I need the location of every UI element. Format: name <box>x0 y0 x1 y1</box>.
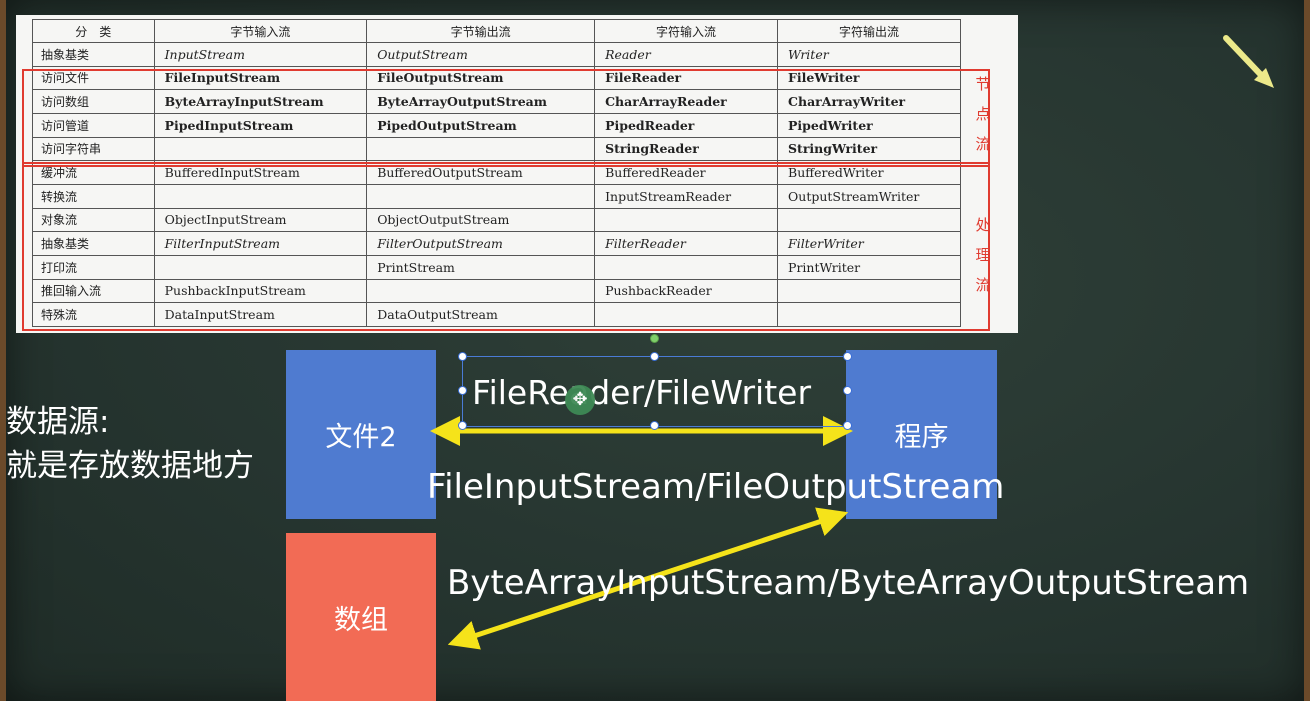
resize-handle[interactable] <box>458 386 467 395</box>
data-source-description: 数据源: 就是存放数据地方 <box>6 400 254 488</box>
byte-array-stream-label: ByteArrayInputStream/ByteArrayOutputStre… <box>447 563 1250 603</box>
array-block: 数组 <box>286 533 436 701</box>
resize-handle[interactable] <box>650 352 659 361</box>
header-char-output: 字符输出流 <box>777 19 961 43</box>
resize-handle[interactable] <box>458 421 467 430</box>
resize-handle[interactable] <box>843 421 852 430</box>
table-cell: Writer <box>777 42 961 67</box>
rotate-handle[interactable] <box>650 334 659 343</box>
resize-handle[interactable] <box>843 352 852 361</box>
header-byte-input: 字节输入流 <box>153 19 368 43</box>
resize-handle[interactable] <box>843 386 852 395</box>
file-input-output-stream-label: FileInputStream/FileOutputStream <box>427 467 1005 507</box>
header-category: 分 类 <box>32 19 155 43</box>
table-cell: InputStream <box>153 42 368 67</box>
resize-handle[interactable] <box>650 421 659 430</box>
resize-handle[interactable] <box>458 352 467 361</box>
processing-stream-highlight <box>22 162 990 331</box>
header-byte-output: 字节输出流 <box>366 19 596 43</box>
header-char-input: 字符输入流 <box>594 19 779 43</box>
table-row: 抽象基类 InputStream OutputStream Reader Writer <box>32 42 961 67</box>
node-stream-highlight <box>22 69 990 167</box>
file-reader-writer-label[interactable]: FileReader/FileWriter <box>472 376 811 409</box>
table-cell: Reader <box>594 42 779 67</box>
data-source-text: 就是存放数据地方 <box>6 448 254 484</box>
processing-stream-label: 处 理 流 <box>975 216 991 294</box>
io-stream-table-image: 分 类 字节输入流 字节输出流 字符输入流 字符输出流 抽象基类 InputStr… <box>16 15 1018 333</box>
pointer-arrow-icon <box>1223 35 1274 88</box>
data-source-title: 数据源: <box>6 404 110 440</box>
node-stream-label: 节 点 流 <box>975 75 991 153</box>
table-header-row: 分 类 字节输入流 字节输出流 字符输入流 字符输出流 <box>32 19 961 43</box>
move-cursor-icon: ✥ <box>565 385 595 415</box>
file-block: 文件2 <box>286 350 436 519</box>
table-cell-category: 抽象基类 <box>32 42 155 67</box>
table-cell: OutputStream <box>366 42 596 67</box>
